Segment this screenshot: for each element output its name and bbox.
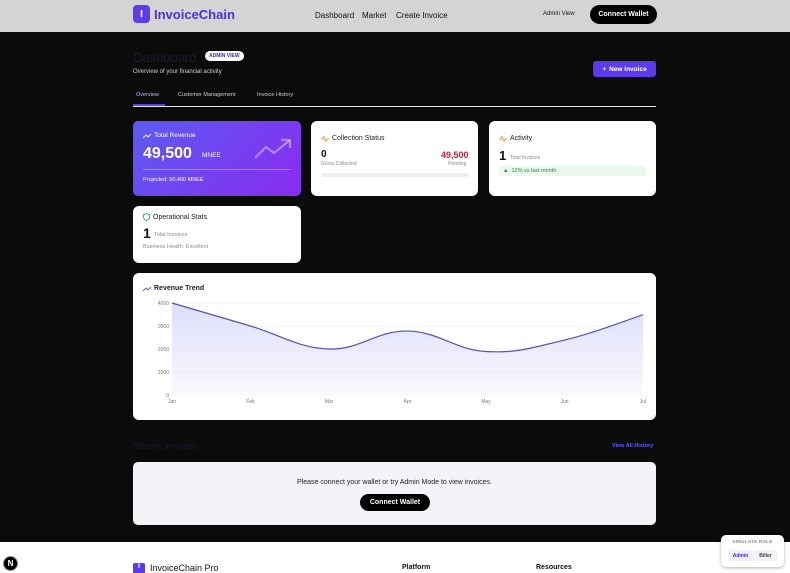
x-tick-label: Jan [168,399,176,405]
recent-invoices-title: Recent Invoices [133,441,198,451]
tab-customer-management[interactable]: Customer Management [178,92,235,98]
page-subtitle: Overview of your financial activity [133,69,222,75]
revenue-trend-card: Revenue Trend 0 1000 2000 3000 4000 Jan Feb Mar… [133,273,656,420]
tabs-divider [133,106,656,107]
x-tick-label: Feb [246,399,255,405]
footer-brand: InvoiceChain Pro [150,563,219,573]
dev-tools-badge[interactable]: N [3,556,18,571]
y-tick-label: 4000 [158,301,169,307]
collection-title: Collection Status [332,135,385,142]
collection-progress-bar [321,173,468,177]
nav-link-dashboard[interactable]: Dashboard [315,11,354,20]
footer-col-platform: Platform [402,564,431,571]
connect-wallet-button[interactable]: Connect Wallet [590,5,657,24]
revenue-value: 49,500 [143,145,192,162]
activity-value: 1 [499,148,507,163]
connect-wallet-button-secondary[interactable]: Connect Wallet [360,494,430,511]
brand-name[interactable]: InvoiceChain [154,7,235,22]
trending-up-icon [254,138,292,159]
new-invoice-button[interactable]: + New Invoice [593,61,656,77]
view-all-history-link[interactable]: View All History [612,443,653,449]
activity-card-header: Activity [499,135,532,142]
collection-card-header: Collection Status [321,135,385,142]
activity-pulse-icon [321,135,329,142]
role-admin-button[interactable]: Admin [728,550,753,561]
revenue-trend-chart: 01000200030004000Jan Feb Mar Apr May Jun Jul [158,301,646,405]
page-title: Dashboard [133,50,197,65]
y-tick-label: 2000 [158,347,169,353]
nav-link-market[interactable]: Market [362,11,386,20]
ops-card-header: Operational Stats [143,213,207,221]
ops-total-invoices-value: 1 [143,225,151,241]
activity-card: Activity 1 Total Invoices ▲ 12% vs last … [489,121,656,196]
admin-view-toggle[interactable]: Admin View [543,11,575,17]
simulate-role-panel: SIMULATE ROLE Admin Biller [721,535,784,567]
tab-overview[interactable]: Overview [136,92,159,98]
growth-text: 12% vs last month [511,168,557,174]
activity-title: Activity [510,135,533,142]
footer-logo-icon: I [133,563,145,573]
new-invoice-label: New Invoice [609,65,647,73]
x-tick-label: Mar [325,399,334,405]
top-navbar: I InvoiceChain Dashboard Market Create I… [0,0,790,32]
arrow-up-icon: ▲ [503,168,509,174]
revenue-unit: MNEE [202,152,221,159]
revenue-area-fill [172,303,643,395]
gross-collected-label: Gross Collected [321,161,357,167]
role-biller-button[interactable]: Biller [753,550,778,561]
total-revenue-card: Total Revenue 49,500 MNEE Projected: 50,… [133,121,301,196]
revenue-title: Total Revenue [154,132,196,139]
revenue-divider [143,169,291,170]
operational-stats-card: Operational Stats 1 Total Invoices Busin… [133,206,301,263]
business-health: Business Health: Excellent [143,244,209,250]
activity-pulse-icon [499,135,507,142]
gross-collected-value: 0 [321,149,327,160]
tab-invoice-history[interactable]: Invoice History [257,92,293,98]
x-tick-label: Jul [640,399,646,405]
x-tick-label: Apr [404,399,412,405]
footer: I InvoiceChain Pro Platform Resources [0,542,790,573]
footer-col-resources: Resources [536,564,572,571]
ops-title: Operational Stats [153,213,208,221]
x-tick-label: May [481,399,491,405]
activity-label: Total Invoices [510,155,541,161]
admin-view-badge: ADMIN VIEW [205,51,244,61]
collection-status-card: Collection Status 0 Gross Collected 49,5… [311,121,478,196]
projected-revenue: Projected: 50,400 MNEE [143,177,204,183]
shield-icon [143,213,150,221]
trend-icon [143,133,151,138]
y-tick-label: 1000 [158,370,169,376]
simulate-role-title: SIMULATE ROLE [732,539,773,544]
plus-icon: + [602,65,607,73]
empty-state-message: Please connect your wallet or try Admin … [297,479,492,486]
pending-label: Pending [448,161,467,167]
y-tick-label: 3000 [158,324,169,330]
ops-total-invoices-label: Total Invoices [154,232,188,238]
pending-value: 49,500 [441,150,469,160]
revenue-card-header: Total Revenue [143,132,196,139]
invoices-empty-state: Please connect your wallet or try Admin … [133,462,656,525]
logo-icon[interactable]: I [133,5,150,23]
growth-badge: ▲ 12% vs last month [499,166,646,176]
x-tick-label: Jun [560,399,568,405]
nav-link-create-invoice[interactable]: Create Invoice [396,11,448,20]
